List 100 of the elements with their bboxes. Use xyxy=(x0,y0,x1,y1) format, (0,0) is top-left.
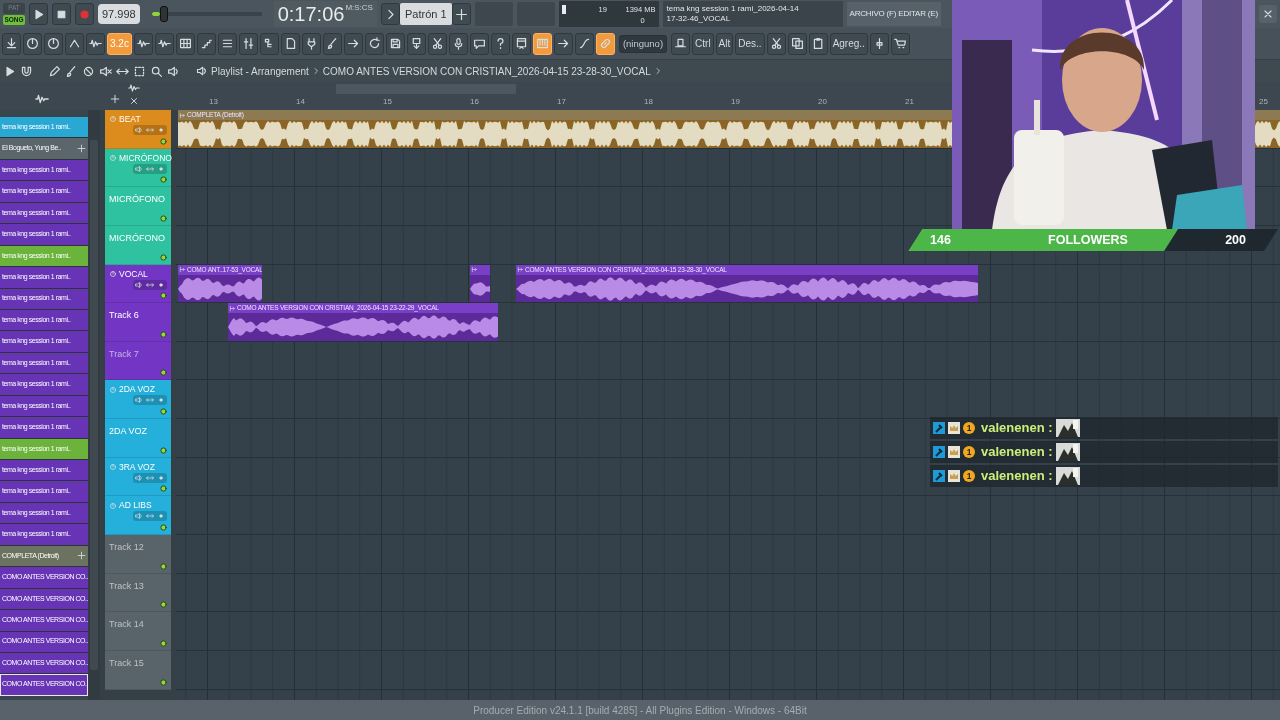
snap-selector[interactable]: (ninguno) xyxy=(618,34,668,53)
toolbar-button[interactable] xyxy=(890,32,910,55)
toolbar-button[interactable] xyxy=(322,32,342,55)
pattern-selector[interactable]: Patrón 1 xyxy=(399,2,452,26)
scissors-icon xyxy=(769,37,783,50)
track-header[interactable]: Track 14 xyxy=(105,612,171,651)
toolbar-button[interactable]: Agreg.. xyxy=(829,32,868,55)
toolbar-button[interactable] xyxy=(490,32,510,55)
close-button[interactable] xyxy=(1259,5,1277,23)
dot-icon xyxy=(157,512,166,521)
toolbar-button[interactable] xyxy=(469,32,489,55)
toolbar-button[interactable] xyxy=(869,32,889,55)
bar-number: 16 xyxy=(470,96,479,108)
led-icon xyxy=(160,446,167,454)
clip-start-icon xyxy=(179,266,186,274)
dot-icon xyxy=(157,280,166,289)
bar-number: 20 xyxy=(818,96,827,108)
speaker-icon xyxy=(196,65,208,77)
toolbar-button[interactable] xyxy=(671,32,691,55)
chat-username: valenenen : xyxy=(981,443,1053,462)
toolbar-button[interactable] xyxy=(133,32,153,55)
track-header[interactable]: Track 15 xyxy=(105,650,171,690)
toolbar-button[interactable] xyxy=(532,32,552,55)
plus-icon xyxy=(110,94,120,104)
playlist-title: Playlist - Arrangement xyxy=(211,64,309,79)
slip-icon xyxy=(146,512,154,521)
pattern-arrow-button[interactable] xyxy=(380,3,400,25)
play-button[interactable] xyxy=(29,3,48,25)
add-pattern-button[interactable] xyxy=(451,3,471,25)
toolbar-button[interactable] xyxy=(406,32,426,55)
follower-count: 146 xyxy=(930,231,951,249)
time-unit: M:S:CS xyxy=(345,2,373,14)
badge-count: 1 xyxy=(963,470,975,482)
dot-icon xyxy=(157,473,166,482)
toolbar-button[interactable]: Ctrl xyxy=(692,32,714,55)
mute-icon xyxy=(98,64,112,78)
track-name: MICRÓFONO xyxy=(109,231,165,245)
dot-icon xyxy=(157,164,166,173)
toolbar-button[interactable] xyxy=(553,32,573,55)
slip-icon xyxy=(146,126,154,134)
save-icon xyxy=(388,37,402,50)
toolbar-button[interactable] xyxy=(343,32,363,55)
toolbar-button[interactable] xyxy=(2,32,21,55)
toolbar-button[interactable] xyxy=(238,32,258,55)
toolbar-button[interactable] xyxy=(65,32,84,55)
toolbar-button[interactable] xyxy=(511,32,531,55)
track-name: Track 15 xyxy=(109,656,144,670)
ban-icon xyxy=(81,64,95,78)
toolbar-button[interactable]: Alt xyxy=(715,32,734,55)
toolbar-button[interactable] xyxy=(448,32,468,55)
toolbar-button[interactable] xyxy=(301,32,321,55)
toolbar-button[interactable] xyxy=(595,32,615,55)
track-header[interactable]: Track 7 xyxy=(105,341,171,381)
power-icon xyxy=(109,501,117,510)
toolbar-button[interactable] xyxy=(154,32,174,55)
bar-number: 25 xyxy=(1259,96,1268,108)
toolbar-button[interactable] xyxy=(364,32,384,55)
wave-icon xyxy=(89,37,102,50)
bar-number: 17 xyxy=(557,96,566,108)
stop-button[interactable] xyxy=(52,3,71,25)
led-icon xyxy=(160,214,167,222)
toolbar-button[interactable] xyxy=(86,32,105,55)
dot-icon xyxy=(157,126,166,134)
main-menu[interactable]: ARCHIVO (F) EDITAR (E) xyxy=(846,2,941,26)
toolbar-button[interactable] xyxy=(44,32,63,55)
speaker-icon xyxy=(134,396,143,405)
slider-thumb[interactable] xyxy=(160,6,169,22)
toolbar-button[interactable] xyxy=(385,32,405,55)
toolbar-button[interactable] xyxy=(23,32,42,55)
track-header[interactable]: Track 13 xyxy=(105,573,171,613)
bar-number: 14 xyxy=(296,96,305,108)
audio-clip[interactable] xyxy=(470,264,490,303)
toolbar-button[interactable] xyxy=(259,32,279,55)
toolbar-button[interactable]: Des.. xyxy=(735,32,765,55)
power-icon xyxy=(109,154,117,162)
chevron-icon xyxy=(653,67,662,75)
power-icon xyxy=(109,463,117,472)
track-header[interactable]: Track 6 xyxy=(105,303,171,342)
track-header[interactable]: Track 12 xyxy=(105,535,171,574)
toolbar-button[interactable] xyxy=(574,32,594,55)
led-icon xyxy=(160,408,167,416)
hint-text: tema kng session 1 rami_2026-04-14 xyxy=(666,4,800,14)
hammer-icon xyxy=(933,422,945,434)
grid-icon xyxy=(178,37,192,50)
track-header[interactable]: VOCAL xyxy=(105,264,171,304)
toolbar-button[interactable] xyxy=(217,32,237,55)
badge-count: 1 xyxy=(963,422,975,434)
toolbar-button[interactable] xyxy=(787,32,807,55)
slip-icon xyxy=(146,280,154,289)
toolbar-button[interactable] xyxy=(280,32,300,55)
toolbar-button[interactable] xyxy=(175,32,195,55)
led-icon xyxy=(160,137,167,145)
toolbar-button[interactable] xyxy=(766,32,786,55)
tempo-field[interactable]: 97.998 xyxy=(98,3,140,25)
badge-count: 1 xyxy=(963,446,975,458)
brush-icon xyxy=(325,37,339,50)
toolbar-button[interactable] xyxy=(808,32,828,55)
toolbar-button[interactable] xyxy=(196,32,216,55)
toolbar-button[interactable] xyxy=(427,32,447,55)
bar-number: 13 xyxy=(209,96,218,108)
